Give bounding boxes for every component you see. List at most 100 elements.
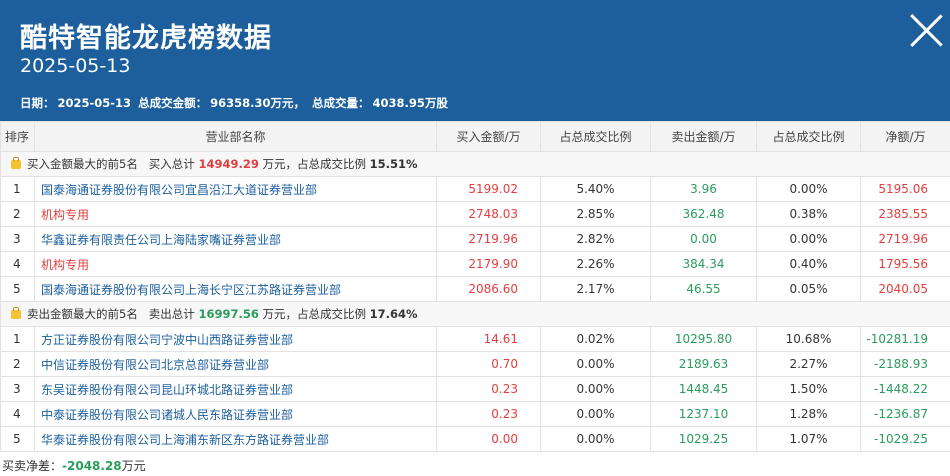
buy-ratio-cell: 2.82% [540, 226, 651, 252]
sell-section-label: 卖出金额最大的前5名 [27, 307, 138, 321]
col-header-sell: 卖出金额/万 [650, 121, 757, 152]
net-amount-cell: 2385.55 [860, 201, 950, 227]
buy-ratio-cell: 0.00% [540, 376, 651, 402]
sell-amount-cell: 46.55 [650, 276, 757, 302]
buy-amount-cell: 14.61 [436, 326, 541, 352]
broker-name-link[interactable]: 华鑫证券有限责任公司上海陆家嘴证券营业部 [34, 226, 437, 252]
broker-name-link[interactable]: 国泰海通证券股份有限公司宜昌沿江大道证券营业部 [34, 176, 437, 202]
broker-name-link[interactable]: 机构专用 [34, 251, 437, 277]
buy-ratio-cell: 0.00% [540, 401, 651, 427]
header-banner: 酷特智能龙虎榜数据 2025-05-13 日期： 2025-05-13 总成交金额… [0, 0, 950, 121]
net-amount-cell: -1448.22 [860, 376, 950, 402]
sell-amount-cell: 2189.63 [650, 351, 757, 377]
table-row: 5 国泰海通证券股份有限公司上海长宁区江苏路证券营业部 2086.60 2.17% 46… [0, 276, 950, 302]
sell-amount-cell: 1029.25 [650, 426, 757, 452]
page-date: 2025-05-13 [20, 55, 131, 77]
table-row: 2 机构专用 2748.03 2.85% 362.48 0.38% 2385.55 [0, 201, 950, 227]
buy-amount-cell: 5199.02 [436, 176, 541, 202]
broker-name-link[interactable]: 国泰海通证券股份有限公司上海长宁区江苏路证券营业部 [34, 276, 437, 302]
broker-name-link[interactable]: 方正证券股份有限公司宁波中山西路证券营业部 [34, 326, 437, 352]
buy-amount-cell: 0.70 [436, 351, 541, 377]
sell-ratio-cell: 1.07% [756, 426, 861, 452]
col-header-net: 净额/万 [860, 121, 950, 152]
sell-amount-cell: 1448.45 [650, 376, 757, 402]
table-row: 4 机构专用 2179.90 2.26% 384.34 0.40% 1795.56 [0, 251, 950, 277]
table-row: 5 华泰证券股份有限公司上海浦东新区东方路证券营业部 0.00 0.00% 1029.2… [0, 426, 950, 452]
sell-amount-cell: 10295.80 [650, 326, 757, 352]
sell-ratio-cell: 0.40% [756, 251, 861, 277]
buy-section-label: 买入金额最大的前5名 [27, 157, 138, 171]
broker-name-link[interactable]: 中泰证券股份有限公司诸城人民东路证券营业部 [34, 401, 437, 427]
sell-ratio-cell: 0.38% [756, 201, 861, 227]
money-bag-icon [11, 307, 21, 319]
col-header-rank: 排序 [0, 121, 35, 152]
sell-amount-cell: 362.48 [650, 201, 757, 227]
rank-cell: 4 [0, 401, 35, 427]
summary-date-value: 2025-05-13 [57, 96, 132, 110]
net-difference: 买卖净差：-2048.28万元 [2, 457, 146, 474]
rank-cell: 1 [0, 176, 35, 202]
rank-cell: 3 [0, 376, 35, 402]
buy-amount-cell: 2179.90 [436, 251, 541, 277]
sell-section-row: 卖出金额最大的前5名 卖出总计 16997.56 万元，占总成交比例 17.64… [0, 301, 950, 327]
summary-amount-value: 96358.30万元， [210, 96, 305, 110]
rank-cell: 3 [0, 226, 35, 252]
rank-cell: 4 [0, 251, 35, 277]
trade-summary: 日期： 2025-05-13 总成交金额： 96358.30万元， 总成交量： 403… [20, 95, 451, 111]
net-amount-cell: -1029.25 [860, 426, 950, 452]
summary-volume-value: 4038.95万股 [372, 96, 448, 110]
broker-name-link[interactable]: 华泰证券股份有限公司上海浦东新区东方路证券营业部 [34, 426, 437, 452]
net-amount-cell: -1236.87 [860, 401, 950, 427]
broker-name-link[interactable]: 东吴证券股份有限公司昆山环城北路证券营业部 [34, 376, 437, 402]
money-bag-icon [11, 157, 21, 169]
buy-section-row: 买入金额最大的前5名 买入总计 14949.29 万元，占总成交比例 15.51… [0, 151, 950, 177]
net-difference-label: 买卖净差： [2, 459, 63, 473]
buy-ratio-cell: 0.02% [540, 326, 651, 352]
buy-total-ratio: 15.51% [369, 157, 418, 171]
col-header-name: 营业部名称 [34, 121, 437, 152]
buy-ratio-cell: 0.00% [540, 426, 651, 452]
buy-amount-cell: 0.23 [436, 401, 541, 427]
sell-section-cell: 卖出金额最大的前5名 卖出总计 16997.56 万元，占总成交比例 17.64… [0, 301, 950, 327]
sell-ratio-cell: 0.05% [756, 276, 861, 302]
sell-total-label: 卖出总计 [148, 307, 195, 321]
summary-date-label: 日期： [20, 96, 55, 110]
sell-amount-cell: 0.00 [650, 226, 757, 252]
sell-ratio-cell: 10.68% [756, 326, 861, 352]
broker-name-link[interactable]: 机构专用 [34, 201, 437, 227]
summary-amount-label: 总成交金额： [138, 96, 208, 110]
buy-section-cell: 买入金额最大的前5名 买入总计 14949.29 万元，占总成交比例 15.51… [0, 151, 950, 177]
col-header-buy-ratio: 占总成交比例 [540, 121, 651, 152]
buy-amount-cell: 2748.03 [436, 201, 541, 227]
rank-cell: 5 [0, 426, 35, 452]
buy-total-label: 买入总计 [148, 157, 195, 171]
rank-cell: 5 [0, 276, 35, 302]
net-difference-value: -2048.28 [62, 459, 122, 473]
buy-ratio-cell: 0.00% [540, 351, 651, 377]
table-row: 4 中泰证券股份有限公司诸城人民东路证券营业部 0.23 0.00% 1237.10 1.… [0, 401, 950, 427]
table-row: 3 华鑫证券有限责任公司上海陆家嘴证券营业部 2719.96 2.82% 0.00 0.0… [0, 226, 950, 252]
buy-ratio-cell: 2.26% [540, 251, 651, 277]
col-header-buy: 买入金额/万 [436, 121, 541, 152]
buy-ratio-cell: 2.85% [540, 201, 651, 227]
sell-ratio-cell: 2.27% [756, 351, 861, 377]
sell-total-ratio: 17.64% [369, 307, 418, 321]
net-amount-cell: 5195.06 [860, 176, 950, 202]
sell-ratio-cell: 1.50% [756, 376, 861, 402]
sell-ratio-cell: 0.00% [756, 176, 861, 202]
col-header-sell-ratio: 占总成交比例 [756, 121, 861, 152]
broker-name-link[interactable]: 中信证券股份有限公司北京总部证券营业部 [34, 351, 437, 377]
rank-cell: 1 [0, 326, 35, 352]
sell-total-value: 16997.56 [198, 307, 259, 321]
net-amount-cell: -10281.19 [860, 326, 950, 352]
buy-total-value: 14949.29 [198, 157, 259, 171]
close-icon[interactable] [908, 12, 944, 48]
net-difference-unit: 万元 [121, 459, 146, 473]
buy-ratio-cell: 2.17% [540, 276, 651, 302]
billboard-table: 排序 营业部名称 买入金额/万 占总成交比例 卖出金额/万 占总成交比例 净额/… [0, 121, 950, 452]
net-amount-cell: 2719.96 [860, 226, 950, 252]
buy-ratio-cell: 5.40% [540, 176, 651, 202]
table-row: 3 东吴证券股份有限公司昆山环城北路证券营业部 0.23 0.00% 1448.45 1.… [0, 376, 950, 402]
rank-cell: 2 [0, 201, 35, 227]
buy-total-unit: 万元，占总成交比例 [262, 157, 367, 171]
